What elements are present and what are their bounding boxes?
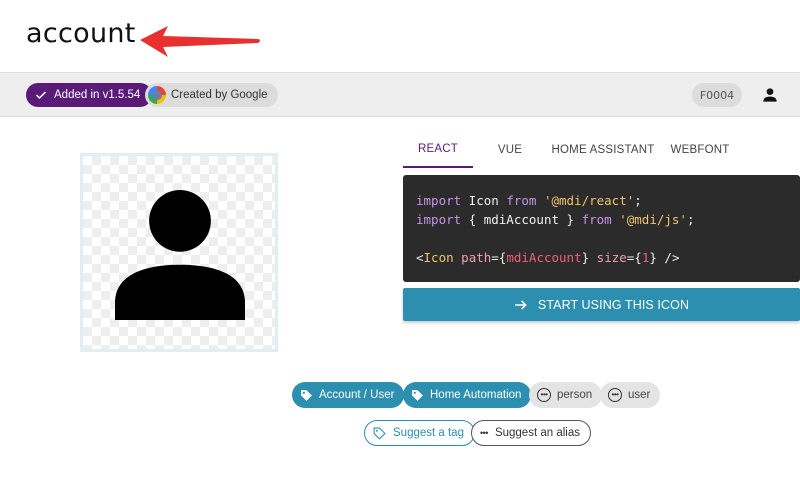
page-header: account [0,0,800,72]
icon-info-bar: Added in v1.5.54 Created by Google F0004 [0,72,800,117]
tag-icon [301,389,312,401]
tag-label: Home Automation [430,389,522,401]
alias-chip[interactable]: ••• person [529,382,603,408]
suggest-actions: Suggest a tag ••• Suggest an alias [0,420,800,446]
alias-label: person [557,389,593,401]
tag-chip[interactable]: Home Automation [403,382,532,408]
code-line-3: <Icon path={mdiAccount} size={1} /> [416,250,680,265]
codepoint-badge[interactable]: F0004 [692,83,742,107]
code-line-2: import { mdiAccount } from '@mdi/js'; [416,212,695,227]
google-avatar-icon [148,86,166,104]
dots-circle-icon: ••• [537,388,551,402]
account-icon[interactable] [760,85,780,105]
arrow-right-icon [515,299,527,310]
tag-icon [412,389,423,401]
tab-react[interactable]: REACT [403,132,473,168]
code-tabs: REACT VUE HOME ASSISTANT WEBFONT [403,132,800,168]
suggest-tag-label: Suggest a tag [393,427,464,439]
alias-chip[interactable]: ••• user [600,382,661,408]
tag-outline-icon [373,427,386,440]
dots-horizontal-icon: ••• [480,428,488,438]
tab-home-assistant[interactable]: HOME ASSISTANT [549,132,657,168]
added-version-label: Added in v1.5.54 [54,89,141,101]
suggest-alias-button[interactable]: ••• Suggest an alias [471,420,591,446]
check-icon [35,91,47,100]
icon-preview [80,153,278,352]
code-snippet[interactable]: import Icon from '@mdi/react'; import { m… [403,175,800,282]
tag-label: Account / User [319,389,395,401]
alias-label: user [628,389,651,401]
dots-circle-icon: ••• [608,388,622,402]
tag-chip[interactable]: Account / User [292,382,405,408]
added-version-badge[interactable]: Added in v1.5.54 [26,83,153,107]
page-title: account [26,18,136,49]
suggest-alias-label: Suggest an alias [494,427,580,439]
account-icon [115,190,245,320]
start-using-icon-button[interactable]: START USING THIS ICON [403,288,800,321]
tab-webfont[interactable]: WEBFONT [659,132,741,168]
tab-vue[interactable]: VUE [473,132,547,168]
author-label: Created by Google [171,89,268,101]
start-button-label: START USING THIS ICON [537,297,690,312]
code-line-1: import Icon from '@mdi/react'; [416,193,642,208]
tag-list: Account / User Home Automation ••• perso… [0,382,800,408]
red-arrow-annotation-icon [140,26,260,57]
author-badge[interactable]: Created by Google [145,83,278,107]
suggest-tag-button[interactable]: Suggest a tag [364,420,475,446]
